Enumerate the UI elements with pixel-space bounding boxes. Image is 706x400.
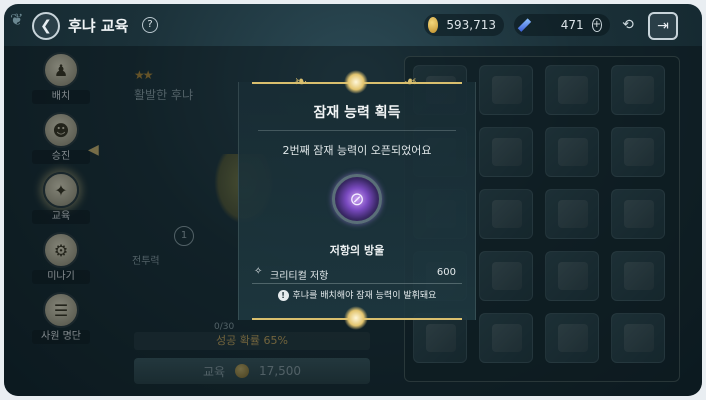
game-screen: ❦ ❮ 후냐 교육 ? 593,713 471 + ⟲ ⇥ ♟ 배치 ☻ 승진 …	[4, 4, 702, 396]
add-gems-button[interactable]: +	[591, 18, 602, 32]
leaf-ornament-icon: ❦	[10, 10, 24, 29]
divider	[252, 283, 462, 284]
dialog-subtitle: 2번째 잠재 능력이 오픈되었어요	[282, 144, 432, 157]
gem-amount: 471	[560, 18, 584, 32]
ability-name: 저항의 방울	[329, 244, 385, 257]
gold-counter: 593,713	[424, 14, 504, 36]
question-icon[interactable]: ?	[142, 17, 158, 33]
gold-amount: 593,713	[446, 18, 496, 32]
critical-resist-icon: ✧	[254, 266, 263, 277]
back-button[interactable]: ❮	[32, 12, 60, 40]
refresh-icon[interactable]: ⟲	[618, 15, 638, 35]
exit-button[interactable]: ⇥	[648, 12, 678, 40]
exit-door-icon: ⇥	[657, 18, 669, 34]
deploy-notice: ! 후냐를 배치해야 잠재 능력이 발휘돼요	[238, 288, 476, 301]
gem-icon	[517, 18, 531, 32]
page-title: 후냐 교육	[68, 17, 129, 35]
gem-counter: 471 +	[514, 14, 610, 36]
resistance-orb-icon: ⊘	[332, 174, 382, 224]
dialog-title: 잠재 능력 획득	[313, 105, 401, 121]
sparkle-icon	[344, 70, 368, 94]
notice-text: 후냐를 배치해야 잠재 능력이 발휘돼요	[292, 291, 437, 301]
gold-coin-icon	[428, 17, 439, 33]
scroll-ornament-icon: ❧	[294, 72, 308, 91]
scroll-ornament-icon: ❧	[404, 72, 418, 91]
stat-name: 크리티컬 저항	[270, 271, 329, 282]
stat-value: 600	[436, 267, 456, 278]
back-arrow-icon: ❮	[40, 18, 52, 34]
sparkle-icon	[344, 306, 368, 330]
ability-stat-row: ✧ 크리티컬 저항 600	[252, 266, 462, 282]
divider	[258, 130, 456, 131]
info-icon: !	[277, 290, 289, 301]
top-bar: ❦ ❮ 후냐 교육 ? 593,713 471 + ⟲ ⇥	[4, 4, 702, 46]
ability-acquired-dialog: ❧ ❧ 잠재 능력 획득 2번째 잠재 능력이 오픈되었어요 ⊘ 저항의 방울 …	[238, 70, 476, 330]
